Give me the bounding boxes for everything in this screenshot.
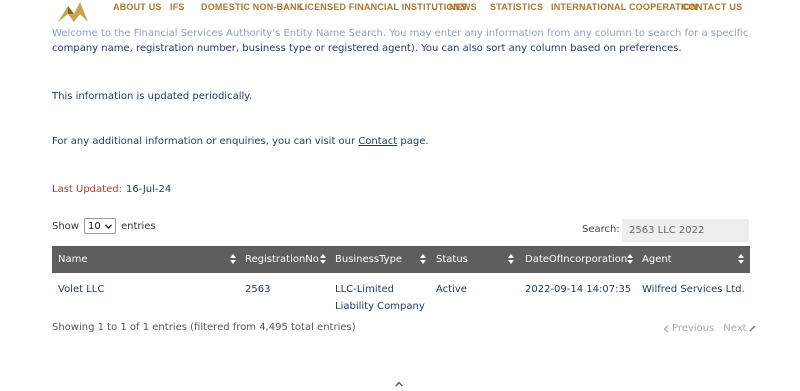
search-label: Search: — [582, 224, 620, 235]
cell-registration-no: 2563 — [245, 284, 271, 295]
chevron-down-icon — [105, 223, 112, 229]
pencil-icon — [749, 325, 756, 332]
cell-business-type-line-2: Liability Company — [335, 301, 425, 312]
nav-item-domestic-non-bank[interactable]: DOMESTIC NON-BANK — [201, 2, 303, 12]
nav-item-ifs[interactable]: IFS — [170, 2, 201, 12]
sort-icon[interactable] — [627, 254, 633, 264]
contact-link[interactable]: Contact — [358, 136, 397, 147]
cell-business-type-line-1: LLC-Limited — [335, 284, 395, 295]
contact-message: For any additional information or enquir… — [52, 133, 762, 151]
cell-agent: Wilfred Services Ltd. — [642, 284, 745, 295]
cell-business-type: LLC-Limited Liability Company — [335, 281, 425, 315]
contact-prefix: For any additional information or enquir… — [52, 136, 359, 147]
updated-message: This information is updated periodically… — [52, 91, 252, 102]
column-header-label: DateOfIncorporation — [525, 254, 628, 265]
column-header-label: Agent — [642, 254, 672, 265]
search-input[interactable] — [622, 219, 749, 242]
column-header-registration-no[interactable]: RegistrationNo — [245, 246, 319, 273]
nav-item-contact-us[interactable]: CONTACT US — [682, 2, 742, 12]
main-nav: ABOUT US IFS DOMESTIC NON-BANK LICENSED … — [113, 2, 742, 12]
last-updated: Last Updated: 16-Jul-24 — [52, 181, 171, 199]
show-label: Show — [52, 220, 79, 232]
last-updated-label: Last Updated: — [52, 184, 122, 195]
entries-label: entries — [120, 220, 156, 232]
column-header-name[interactable]: Name — [58, 246, 88, 273]
column-header-agent[interactable]: Agent — [642, 246, 672, 273]
column-header-label: Name — [58, 254, 88, 265]
page-size-select[interactable]: 10 — [83, 218, 116, 234]
sort-icon[interactable] — [230, 254, 236, 264]
column-header-business-type[interactable]: BusinessType — [335, 246, 402, 273]
top-navigation: ABOUT US IFS DOMESTIC NON-BANK LICENSED … — [0, 0, 800, 22]
sort-icon[interactable] — [738, 254, 744, 264]
column-header-label: RegistrationNo — [245, 254, 319, 265]
nav-item-news[interactable]: NEWS — [449, 2, 490, 12]
cell-name: Volet LLC — [58, 284, 105, 295]
intro-line-2: company name, registration number, busin… — [52, 43, 682, 54]
sort-icon[interactable] — [508, 254, 514, 264]
cell-date-of-incorporation: 2022-09-14 14:07:35 — [525, 284, 632, 295]
intro-line-1: Welcome to the Financial Services Author… — [52, 28, 749, 39]
logo-icon[interactable] — [54, 0, 92, 22]
sort-icon[interactable] — [320, 254, 326, 264]
column-header-status[interactable]: Status — [436, 246, 468, 273]
show-entries-control: Show 10 entries — [52, 218, 156, 234]
chevron-left-icon — [663, 324, 669, 333]
previous-button[interactable]: Previous — [672, 323, 714, 334]
column-header-label: BusinessType — [335, 254, 403, 265]
page-size-value: 10 — [87, 220, 101, 232]
last-updated-value: 16-Jul-24 — [125, 184, 172, 195]
column-header-date-of-incorporation[interactable]: DateOfIncorporation — [525, 246, 627, 273]
sort-icon[interactable] — [420, 254, 426, 264]
table-header: Name RegistrationNo BusinessType Status … — [52, 246, 750, 273]
next-button[interactable]: Next — [723, 323, 746, 334]
table-row: Volet LLC 2563 LLC-Limited Liability Com… — [52, 273, 750, 323]
contact-suffix: page. — [397, 136, 429, 147]
pagination: Previous Next — [663, 323, 756, 334]
nav-item-about-us[interactable]: ABOUT US — [113, 2, 170, 12]
nav-item-licensed-financial-institutions[interactable]: LICENSED FINANCIAL INSTITUTIONS — [299, 2, 466, 12]
entities-table: Name RegistrationNo BusinessType Status … — [52, 246, 750, 323]
nav-item-statistics[interactable]: STATISTICS — [490, 2, 551, 12]
table-info: Showing 1 to 1 of 1 entries (filtered fr… — [52, 322, 356, 333]
chevron-up-icon[interactable] — [395, 381, 403, 387]
column-header-label: Status — [436, 254, 468, 265]
nav-item-international-cooperation[interactable]: INTERNATIONAL COOPERATION — [551, 2, 697, 12]
cell-status: Active — [436, 284, 467, 295]
